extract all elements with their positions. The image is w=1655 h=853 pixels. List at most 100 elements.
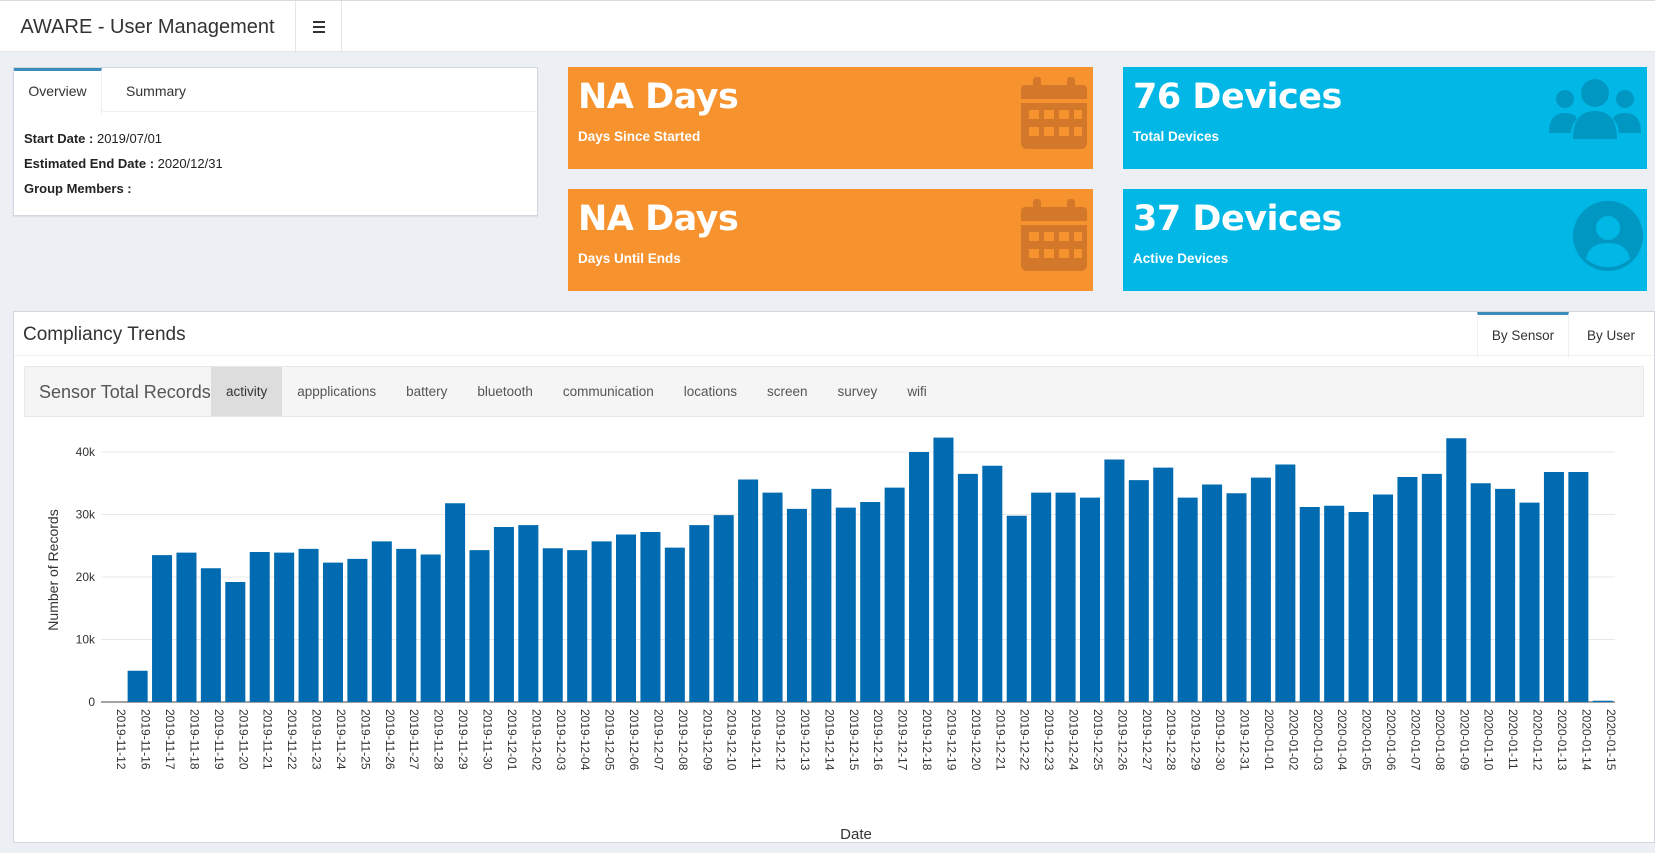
chart-bar[interactable] xyxy=(835,507,856,702)
x-tick-label: 2019-11-22 xyxy=(285,709,299,770)
chart-bar[interactable] xyxy=(274,552,295,702)
sensor-tab-wifi[interactable]: wifi xyxy=(892,367,942,416)
chart-bar[interactable] xyxy=(762,492,783,702)
chart-bar[interactable] xyxy=(200,568,221,702)
chart-bar[interactable] xyxy=(1202,484,1223,703)
x-tick-label: 2019-11-25 xyxy=(358,709,372,770)
chart-bar[interactable] xyxy=(1031,492,1052,702)
chart-bar[interactable] xyxy=(493,527,514,702)
sensor-tab-battery[interactable]: battery xyxy=(391,367,462,416)
tab-by-sensor[interactable]: By Sensor xyxy=(1477,312,1569,358)
chart-bar[interactable] xyxy=(1079,497,1100,702)
chart-bar[interactable] xyxy=(322,562,343,702)
sensor-tab-survey[interactable]: survey xyxy=(823,367,893,416)
x-tick-label: 2019-11-24 xyxy=(334,709,348,770)
chart-bar[interactable] xyxy=(1592,700,1613,702)
app-title[interactable]: AWARE - User Management xyxy=(0,1,296,53)
chart-bar[interactable] xyxy=(1495,488,1516,702)
chart-bar[interactable] xyxy=(347,558,368,702)
chart-bar[interactable] xyxy=(176,552,197,702)
chart-bar[interactable] xyxy=(542,548,563,702)
chart-bar[interactable] xyxy=(1299,507,1320,702)
chart-bar[interactable] xyxy=(371,541,392,702)
chart-bar[interactable] xyxy=(152,555,173,702)
chart-bar[interactable] xyxy=(591,541,612,702)
sensor-tab-communication[interactable]: communication xyxy=(548,367,669,416)
chart-bar[interactable] xyxy=(957,473,978,702)
x-tick-label: 2019-11-20 xyxy=(236,709,250,770)
chart-bar[interactable] xyxy=(982,465,1003,702)
chart-bar[interactable] xyxy=(1153,467,1174,702)
chart-bar[interactable] xyxy=(1543,472,1564,702)
chart-bar[interactable] xyxy=(420,554,441,703)
sensor-tab-locations[interactable]: locations xyxy=(669,367,752,416)
chart-bar[interactable] xyxy=(1324,505,1345,702)
chart-bar[interactable] xyxy=(616,534,637,703)
tab-by-user[interactable]: By User xyxy=(1568,312,1654,355)
chart-bar[interactable] xyxy=(1177,497,1198,702)
x-tick-label: 2020-01-01 xyxy=(1262,709,1276,771)
sensor-tab-activity[interactable]: activity xyxy=(211,367,283,416)
chart-bar[interactable] xyxy=(469,550,490,702)
chart-bar[interactable] xyxy=(1397,477,1418,702)
chart-bar[interactable] xyxy=(811,488,832,702)
chart-bar[interactable] xyxy=(1055,492,1076,702)
chart-bar[interactable] xyxy=(298,548,319,702)
chart-bar[interactable] xyxy=(1226,493,1247,702)
panel-title: Compliancy Trends xyxy=(23,324,186,345)
chart-bar[interactable] xyxy=(1275,464,1296,703)
stat-label: Days Since Started xyxy=(578,129,701,144)
chart-bar[interactable] xyxy=(445,503,466,702)
start-date-value: 2019/07/01 xyxy=(96,131,163,146)
chart-bar[interactable] xyxy=(884,487,905,702)
x-tick-label: 2019-12-20 xyxy=(969,709,983,771)
chart-bar[interactable] xyxy=(518,525,539,702)
tab-summary[interactable]: Summary xyxy=(102,68,210,111)
sensor-tab-applications[interactable]: appplications xyxy=(282,367,391,416)
chart-bar[interactable] xyxy=(127,670,148,702)
x-tick-label: 2019-11-19 xyxy=(212,709,226,770)
x-tick-label: 2019-12-10 xyxy=(725,709,739,771)
x-tick-label: 2019-12-11 xyxy=(749,709,763,770)
chart-bars xyxy=(127,437,1613,703)
chart-bar[interactable] xyxy=(689,525,710,702)
chart-bar[interactable] xyxy=(1373,494,1394,703)
chart-bar[interactable] xyxy=(396,548,417,702)
chart-bar[interactable] xyxy=(225,582,246,702)
stat-label: Days Until Ends xyxy=(578,251,681,266)
chart-bar[interactable] xyxy=(1446,438,1467,702)
chart-bar[interactable] xyxy=(640,532,661,702)
chart-bar[interactable] xyxy=(786,508,807,702)
chart-bar[interactable] xyxy=(1006,515,1027,702)
total-devices-box: 76 Devices Total Devices xyxy=(1123,67,1647,169)
chart-bar[interactable] xyxy=(713,515,734,702)
chart-bar[interactable] xyxy=(249,552,270,702)
x-tick-label: 2020-01-06 xyxy=(1384,709,1398,771)
x-tick-label: 2019-12-08 xyxy=(676,709,690,771)
end-date-value: 2020/12/31 xyxy=(157,156,223,171)
chart-bar[interactable] xyxy=(1348,512,1369,702)
sensor-tab-screen[interactable]: screen xyxy=(752,367,823,416)
hamburger-icon[interactable] xyxy=(296,1,342,53)
chart-bar[interactable] xyxy=(1519,502,1540,702)
chart-bar[interactable] xyxy=(1421,473,1442,702)
chart-bar[interactable] xyxy=(860,502,881,702)
x-tick-label: 2019-11-12 xyxy=(114,709,128,770)
sensor-tab-bluetooth[interactable]: bluetooth xyxy=(462,367,548,416)
x-tick-label: 2019-11-18 xyxy=(187,709,201,770)
x-tick-label: 2019-12-28 xyxy=(1164,709,1178,771)
chart-bar[interactable] xyxy=(738,479,759,703)
chart-bar[interactable] xyxy=(933,437,954,702)
x-tick-label: 2019-12-17 xyxy=(896,709,910,771)
x-tick-label: 2019-11-26 xyxy=(383,709,397,770)
tab-overview[interactable]: Overview xyxy=(14,68,102,114)
chart-bar[interactable] xyxy=(1250,477,1271,702)
chart-bar[interactable] xyxy=(567,550,588,702)
chart-bar[interactable] xyxy=(1128,480,1149,702)
chart-bar[interactable] xyxy=(1568,472,1589,702)
chart-bar[interactable] xyxy=(1470,483,1491,702)
x-tick-label: 2019-12-26 xyxy=(1115,709,1129,771)
chart-bar[interactable] xyxy=(909,452,930,702)
chart-bar[interactable] xyxy=(664,547,685,702)
chart-bar[interactable] xyxy=(1104,459,1125,703)
